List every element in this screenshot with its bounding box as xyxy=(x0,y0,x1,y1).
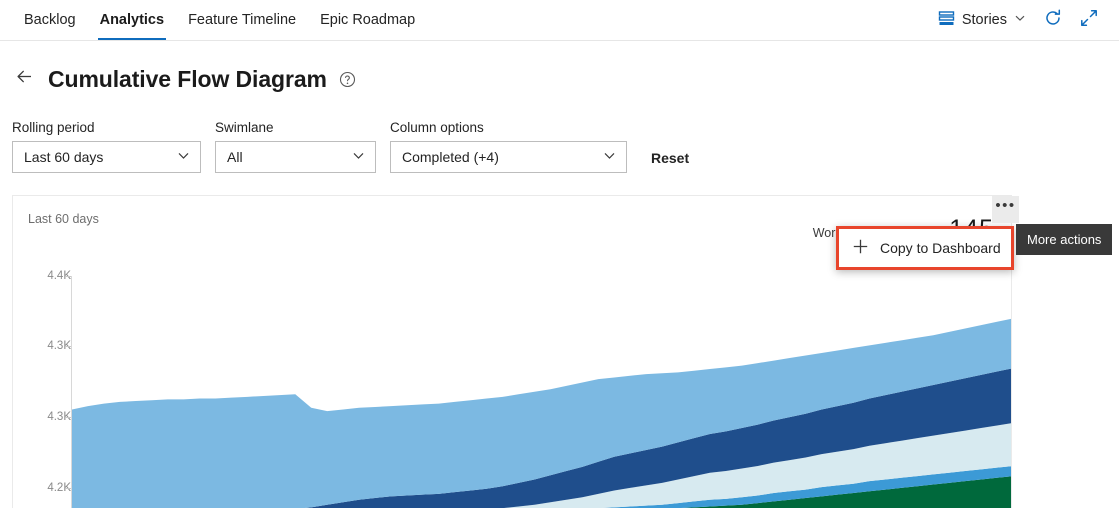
tab-list: Backlog Analytics Feature Timeline Epic … xyxy=(0,0,427,40)
chevron-down-icon xyxy=(1014,12,1026,28)
y-axis-tick-label: 4.3K xyxy=(47,411,71,423)
column-options-value: Completed (+4) xyxy=(402,149,499,165)
tab-label: Backlog xyxy=(24,12,76,28)
more-actions-button[interactable]: ••• xyxy=(992,196,1019,223)
rolling-period-select[interactable]: Last 60 days xyxy=(12,141,201,173)
more-actions-menu: Copy to Dashboard xyxy=(836,226,1014,270)
plus-icon xyxy=(852,238,869,258)
menu-item-label: Copy to Dashboard xyxy=(880,240,1001,256)
page-title: Cumulative Flow Diagram xyxy=(48,65,327,92)
swimlane-field: Swimlane All xyxy=(215,120,376,173)
refresh-button[interactable] xyxy=(1037,4,1069,36)
chevron-down-icon xyxy=(602,148,617,166)
help-circle-icon xyxy=(339,71,356,92)
tab-analytics[interactable]: Analytics xyxy=(88,0,176,40)
chart-subtitle: Last 60 days xyxy=(28,212,99,226)
page-header: Cumulative Flow Diagram xyxy=(0,55,1119,103)
help-button[interactable] xyxy=(339,71,357,89)
backlog-level-label: Stories xyxy=(961,12,1007,28)
column-options-label: Column options xyxy=(390,120,484,135)
top-tab-bar: Backlog Analytics Feature Timeline Epic … xyxy=(0,0,1119,41)
menu-item-copy-to-dashboard[interactable]: Copy to Dashboard xyxy=(836,226,1014,270)
tab-label: Analytics xyxy=(99,12,165,28)
swimlane-label: Swimlane xyxy=(215,120,274,135)
swimlane-select[interactable]: All xyxy=(215,141,376,173)
more-actions-tooltip: More actions xyxy=(1016,224,1113,255)
column-options-select[interactable]: Completed (+4) xyxy=(390,141,627,173)
tab-label: Feature Timeline xyxy=(188,12,297,28)
swimlane-value: All xyxy=(227,149,243,165)
backlog-level-selector[interactable]: Stories xyxy=(931,5,1033,36)
refresh-icon xyxy=(1043,8,1063,33)
tab-backlog[interactable]: Backlog xyxy=(12,0,88,40)
cumulative-flow-diagram-page: Backlog Analytics Feature Timeline Epic … xyxy=(0,0,1119,508)
column-options-field: Column options Completed (+4) xyxy=(390,120,627,173)
tab-label: Epic Roadmap xyxy=(320,12,416,28)
tab-epic-roadmap[interactable]: Epic Roadmap xyxy=(308,0,427,40)
y-axis: 4.4K 4.3K 4.3K 4.2K xyxy=(13,256,71,508)
cumulative-flow-chart: 4.4K 4.3K 4.3K 4.2K xyxy=(13,256,1011,508)
fullscreen-button[interactable] xyxy=(1073,4,1105,36)
y-axis-tick-label: 4.3K xyxy=(47,340,71,352)
y-axis-tick-label: 4.4K xyxy=(47,270,71,282)
chevron-down-icon xyxy=(351,148,366,166)
y-axis-tick-label: 4.2K xyxy=(47,482,71,494)
back-button[interactable] xyxy=(12,67,36,91)
tab-bar-actions: Stories xyxy=(931,0,1119,40)
tab-feature-timeline[interactable]: Feature Timeline xyxy=(176,0,308,40)
rolling-period-field: Rolling period Last 60 days xyxy=(12,120,201,173)
back-arrow-icon xyxy=(14,66,35,92)
ellipsis-icon: ••• xyxy=(995,196,1016,214)
chevron-down-icon xyxy=(176,148,191,166)
fullscreen-icon xyxy=(1079,8,1099,33)
stacked-area-plot xyxy=(72,318,1011,508)
backlog-levels-icon xyxy=(938,10,955,31)
rolling-period-value: Last 60 days xyxy=(24,149,104,165)
rolling-period-label: Rolling period xyxy=(12,120,95,135)
filter-bar: Rolling period Last 60 days Swimlane All xyxy=(12,120,689,173)
reset-button[interactable]: Reset xyxy=(651,150,689,173)
